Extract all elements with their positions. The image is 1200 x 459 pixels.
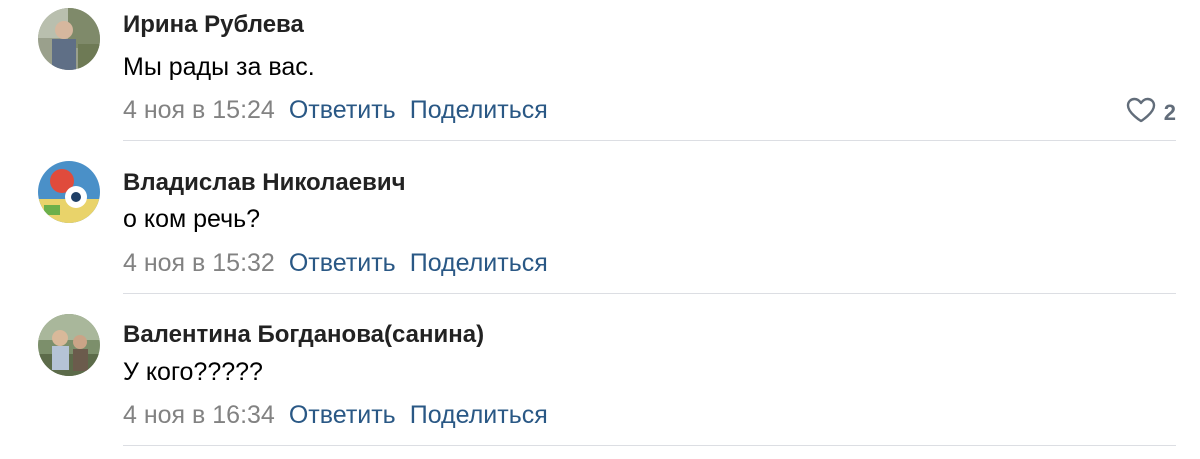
author-name[interactable]: Валентина Богданова(санина): [123, 321, 484, 349]
share-button[interactable]: Поделиться: [410, 401, 548, 429]
avatar[interactable]: [38, 8, 100, 70]
comment-text: У кого?????: [123, 358, 263, 386]
author-name[interactable]: Ирина Рублева: [123, 11, 304, 39]
avatar[interactable]: [38, 314, 100, 376]
comment-divider: [123, 445, 1176, 446]
avatar-photo: [38, 8, 100, 70]
avatar-photo: [38, 161, 100, 223]
avatar-photo: [38, 314, 100, 376]
comment-item: Ирина Рублева Мы рады за вас. 4 ноя в 15…: [0, 0, 1200, 150]
comment-date[interactable]: 4 ноя в 15:24: [123, 96, 275, 124]
comment-text: Мы рады за вас.: [123, 53, 315, 81]
comment-date[interactable]: 4 ноя в 16:34: [123, 401, 275, 429]
reply-button[interactable]: Ответить: [289, 401, 396, 429]
comment-item: Владислав Николаевич о ком речь? 4 ноя в…: [0, 153, 1200, 303]
comment-meta: 4 ноя в 16:34 Ответить Поделиться: [123, 401, 548, 430]
comment-item: Валентина Богданова(санина) У кого????? …: [0, 306, 1200, 456]
comment-meta: 4 ноя в 15:32 Ответить Поделиться: [123, 249, 548, 278]
author-name[interactable]: Владислав Николаевич: [123, 169, 406, 197]
comment-divider: [123, 293, 1176, 294]
comment-meta: 4 ноя в 15:24 Ответить Поделиться: [123, 96, 548, 125]
like-count: 2: [1163, 99, 1176, 125]
avatar[interactable]: [38, 161, 100, 223]
heart-icon: [1126, 97, 1156, 128]
reply-button[interactable]: Ответить: [289, 96, 396, 124]
comment-divider: [123, 140, 1176, 141]
share-button[interactable]: Поделиться: [410, 249, 548, 277]
comment-date[interactable]: 4 ноя в 15:32: [123, 249, 275, 277]
comment-text: о ком речь?: [123, 205, 261, 233]
reply-button[interactable]: Ответить: [289, 249, 396, 277]
like-button[interactable]: 2: [1126, 97, 1176, 128]
share-button[interactable]: Поделиться: [410, 96, 548, 124]
